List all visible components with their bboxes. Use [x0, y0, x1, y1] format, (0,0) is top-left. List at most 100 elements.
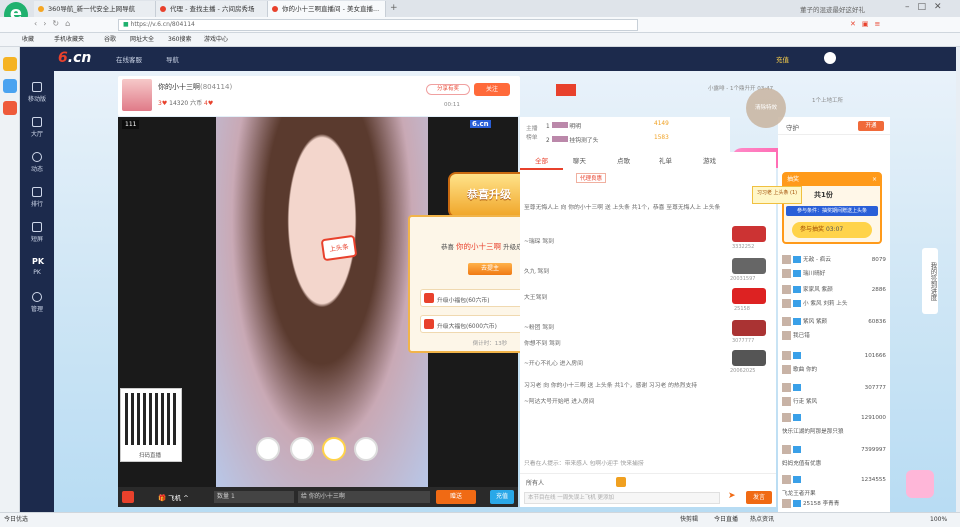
nav-item-hall[interactable]: 大厅	[20, 112, 54, 142]
tab-chat[interactable]: 聊天	[558, 152, 601, 170]
fan-row[interactable]: 101666	[782, 349, 886, 363]
tab-favicon-icon	[272, 6, 278, 12]
send-gift-button[interactable]: 赠送	[436, 490, 476, 504]
clear-effects-button[interactable]: 清除特效	[746, 88, 786, 128]
fan-row[interactable]: 1291000	[782, 411, 886, 425]
compass-icon	[32, 152, 42, 162]
anchor-rank: 主播榜单 1 明明 4149 2 挂钩测了头 1583	[520, 117, 730, 152]
fan-row[interactable]: 行走 紫风	[782, 395, 886, 409]
gift-avatar-3[interactable]	[322, 437, 346, 461]
bookmark-item[interactable]: 收藏	[22, 33, 34, 47]
bookmark-item[interactable]: 手机收藏夹	[54, 33, 84, 47]
site-logo[interactable]: 6.cn	[58, 50, 91, 66]
status-item[interactable]: 热点资讯	[750, 513, 774, 527]
bookmark-item[interactable]: 谷歌	[104, 33, 116, 47]
bookmark-item[interactable]: 网址大全	[130, 33, 154, 47]
fan-row[interactable]: 快乐江湖的阿那是那只狼	[782, 425, 886, 439]
lottery-join-button[interactable]: 参与抽奖 03:07	[792, 222, 872, 238]
status-item[interactable]: 今日优选	[4, 513, 28, 527]
gift-selector[interactable]: 🎁 飞机 ^	[158, 492, 189, 502]
url-input[interactable]: ■ https://v.6.cn/804114	[118, 19, 638, 31]
toolbar-icons[interactable]: ✕▣≡	[850, 20, 886, 28]
fan-value: 60836	[868, 319, 886, 325]
nav-label: 移动版	[27, 96, 46, 103]
new-tab-icon[interactable]: +	[390, 3, 398, 13]
recharge-link[interactable]: 充值	[776, 54, 789, 64]
tab-all[interactable]: 全部	[520, 152, 563, 170]
star-icon[interactable]	[3, 57, 17, 71]
user-avatar[interactable]	[824, 52, 836, 64]
gift-avatar-4[interactable]	[354, 437, 378, 461]
status-item[interactable]: 今日直播	[714, 513, 738, 527]
news-icon[interactable]	[3, 101, 17, 115]
notice-ticker-2: 1个上地工所	[812, 98, 843, 104]
car-icon	[732, 350, 766, 366]
rank-row[interactable]: 1 明明	[546, 121, 581, 130]
nav-item-short[interactable]: 短屏	[20, 217, 54, 247]
confirm-button[interactable]: 去提主	[468, 263, 512, 275]
header-link-nav[interactable]: 导航	[166, 54, 179, 64]
fan-avatar	[782, 365, 791, 374]
fan-row[interactable]: 妈妈充值有优惠	[782, 457, 886, 471]
weibo-icon[interactable]	[3, 79, 17, 93]
anchor-avatar[interactable]	[122, 79, 152, 111]
fan-row[interactable]: 307777	[782, 381, 886, 395]
car-icon	[732, 320, 766, 336]
tab-gifts[interactable]: 礼单	[644, 152, 687, 170]
paper-plane-icon[interactable]: ➤	[728, 491, 738, 501]
fan-row[interactable]: 歌曲 你的	[782, 363, 886, 377]
mascot-icon[interactable]	[906, 470, 934, 498]
fan-row[interactable]: 7399997	[782, 443, 886, 457]
tab-games[interactable]: 游戏	[688, 152, 731, 170]
gift-avatar-2[interactable]	[290, 437, 314, 461]
chat-send-button[interactable]: 发言	[746, 491, 772, 504]
nav-label: 排行	[30, 201, 43, 208]
fan-row[interactable]: 25158 李青青	[782, 497, 886, 511]
anchor-name[interactable]: 你的小十三啊(804114)	[158, 82, 232, 92]
sign-in-tab[interactable]: 我的签到进度	[922, 248, 938, 314]
browser-tab[interactable]: 代理 - 查找主播 - 六间房秀场	[156, 1, 268, 17]
chat-target[interactable]: 所有人	[526, 478, 544, 487]
bookmark-item[interactable]: 游戏中心	[204, 33, 228, 47]
fan-row[interactable]: 瑞川晴好	[782, 267, 886, 281]
recharge-button[interactable]: 充值	[490, 490, 514, 504]
rank-row[interactable]: 2 挂钩测了头	[546, 135, 598, 144]
fan-row[interactable]: 我已错	[782, 329, 886, 343]
fan-row[interactable]: 家家风 紫颜 2886	[782, 283, 886, 297]
fan-row[interactable]: 无敌 - 疯云 8079	[782, 253, 886, 267]
recipient-select[interactable]: 给 你的小十三啊	[298, 491, 430, 503]
gift-avatar-1[interactable]	[256, 437, 280, 461]
chat-input[interactable]: 本节目在线 一周失误上飞机 更添加	[524, 492, 720, 504]
emoji-icon[interactable]	[616, 477, 626, 487]
fan-row[interactable]: 小 紫风 刘莉 上头	[782, 297, 886, 311]
nav-arrows-icon[interactable]: ‹›↻⌂	[34, 19, 76, 28]
logo-main: 6	[58, 50, 68, 66]
tab-songs[interactable]: 点歌	[602, 152, 645, 170]
rank-value: 1583	[654, 135, 669, 141]
close-icon[interactable]: ×	[872, 174, 880, 186]
nav-item-manage[interactable]: 管理	[20, 287, 54, 317]
nav-item-pk[interactable]: PK PK	[20, 252, 54, 282]
window-controls-icon[interactable]: –□✕	[905, 2, 950, 12]
bookmark-item[interactable]: 360搜索	[168, 33, 191, 47]
browser-search-hint[interactable]: 董子的混迹最好这好礼	[800, 4, 865, 14]
fan-avatar	[782, 317, 791, 326]
fan-row[interactable]: 紫风 紫颜 60836	[782, 315, 886, 329]
nav-item-rank[interactable]: 排行	[20, 182, 54, 212]
follow-button[interactable]: 关注	[474, 83, 510, 96]
qr-code-panel[interactable]: 扫码直播	[120, 388, 182, 462]
browser-tab-active[interactable]: 你的小十三啊直播间 - 美女直播...	[268, 1, 386, 17]
nav-item-mobile[interactable]: 移动版	[20, 77, 54, 107]
browser-tab[interactable]: 360导航_新一代安全上网导航	[34, 1, 156, 17]
quantity-input[interactable]: 数量 1	[214, 491, 294, 503]
share-button[interactable]: 分享有奖	[426, 84, 470, 95]
gift-box-icon[interactable]	[122, 491, 134, 503]
fan-row[interactable]: 1234555	[782, 473, 886, 487]
status-item[interactable]: 快剪辑	[680, 513, 698, 527]
zoom-level[interactable]: 100%	[930, 513, 947, 527]
phone-icon	[32, 82, 42, 92]
header-link-service[interactable]: 在线客服	[116, 54, 142, 64]
guard-open-button[interactable]: 开通	[858, 121, 884, 131]
nav-item-dynamic[interactable]: 动态	[20, 147, 54, 177]
fan-name: 歌曲 你的	[793, 367, 818, 373]
